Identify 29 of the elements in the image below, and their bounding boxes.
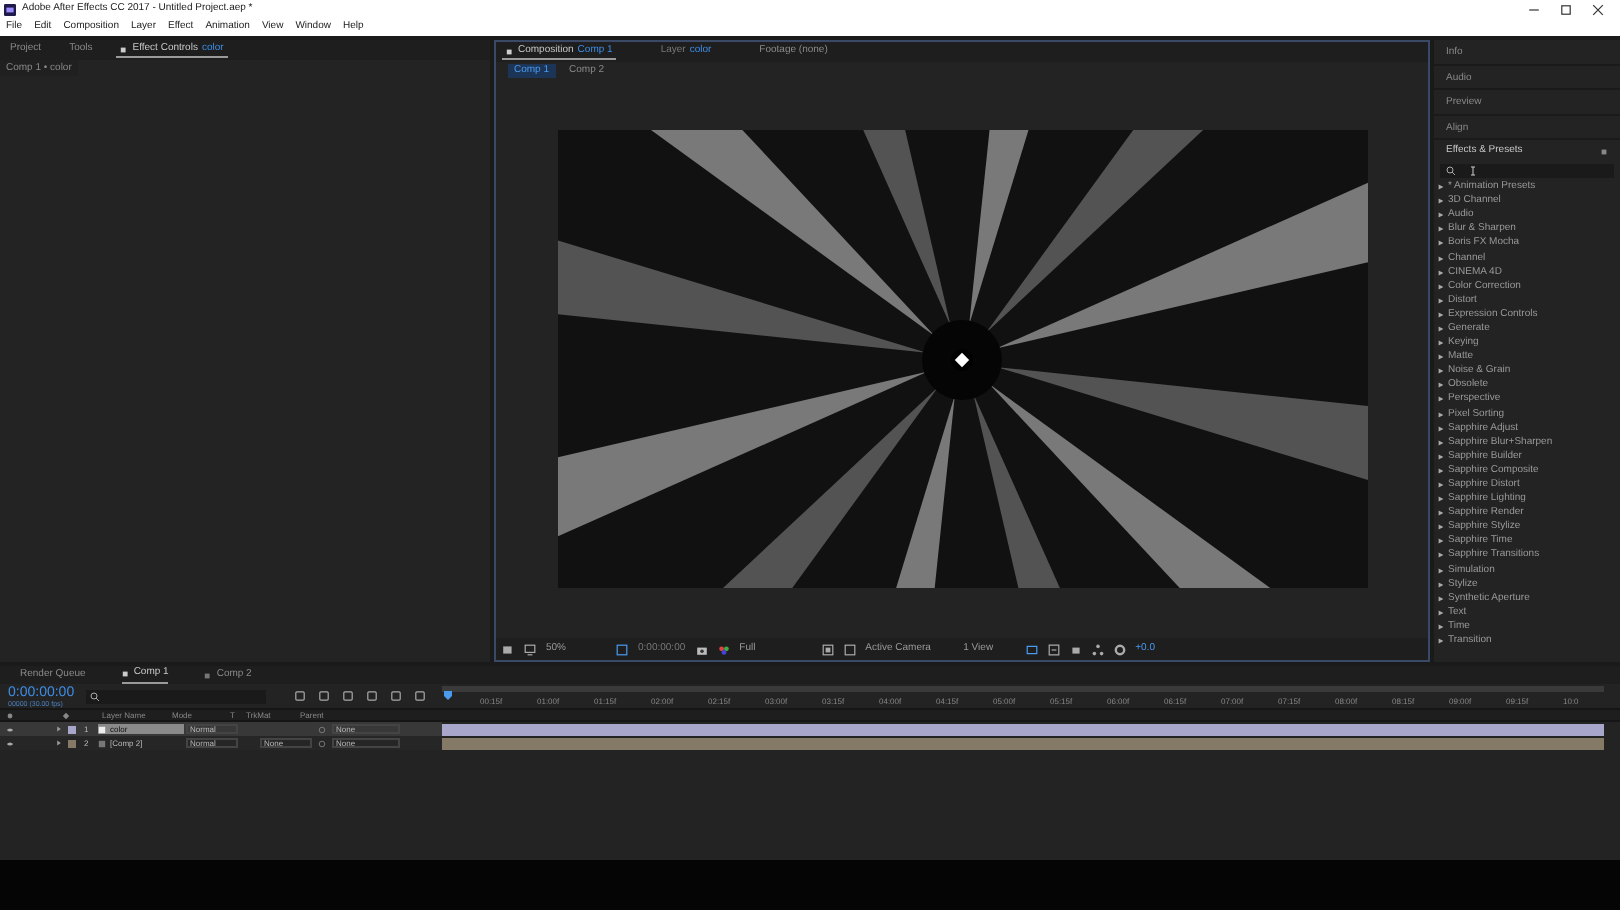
grid-icon[interactable] xyxy=(616,643,628,655)
monitor-icon[interactable] xyxy=(524,643,536,655)
flowchart-icon[interactable] xyxy=(1091,643,1104,655)
layer-search-field[interactable] xyxy=(86,689,267,703)
color-channels-icon[interactable] xyxy=(717,643,730,655)
panel-menu-icon[interactable] xyxy=(1600,148,1608,156)
camera-icon[interactable] xyxy=(695,643,708,655)
app-icon xyxy=(4,3,16,15)
maximize-icon[interactable] xyxy=(1560,3,1572,15)
exposure-icon[interactable] xyxy=(1113,643,1126,655)
layer-duration-bar[interactable] xyxy=(442,723,1604,735)
panel-icon xyxy=(120,45,129,53)
minimize-icon[interactable] xyxy=(1528,3,1540,15)
panel-icon xyxy=(506,47,514,55)
layer-duration-bar[interactable] xyxy=(442,737,1604,749)
label-swatch[interactable] xyxy=(68,725,76,733)
search-icon xyxy=(1446,166,1456,176)
close-icon[interactable] xyxy=(1592,3,1604,15)
anchor-point-icon[interactable] xyxy=(949,348,973,372)
label-swatch[interactable] xyxy=(68,739,76,747)
label-header-icon xyxy=(62,711,70,719)
composition-icon xyxy=(121,670,130,678)
expand-arrow-icon[interactable] xyxy=(1438,638,1444,645)
search-icon xyxy=(90,691,101,701)
search-field[interactable] xyxy=(1440,164,1614,178)
text-cursor-icon xyxy=(1468,166,1478,176)
composition-icon xyxy=(204,671,213,679)
playhead-icon[interactable] xyxy=(444,690,454,702)
visibility-header-icon xyxy=(6,711,14,719)
